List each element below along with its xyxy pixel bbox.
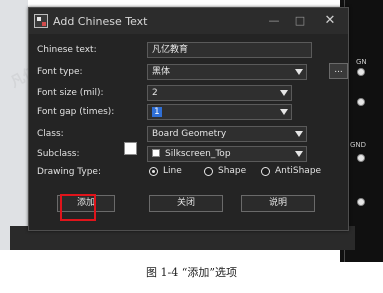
- radio-line[interactable]: [149, 167, 158, 176]
- minimize-button[interactable]: —: [263, 12, 285, 30]
- class-label: Class:: [37, 129, 64, 139]
- color-swatch-icon: [152, 149, 160, 157]
- pin-label: GN: [356, 58, 367, 66]
- add-chinese-text-dialog: Add Chinese Text — □ ✕ Chinese text: 凡亿教…: [28, 7, 349, 231]
- chevron-down-icon: [280, 90, 288, 96]
- font-type-select[interactable]: 黑体: [147, 64, 307, 80]
- drawing-type-label: Drawing Type:: [37, 167, 101, 177]
- figure-caption: 图 1-4 “添加”选项: [146, 266, 237, 279]
- maximize-button[interactable]: □: [289, 12, 311, 30]
- pin-icon: [357, 154, 365, 162]
- subclass-select[interactable]: Silkscreen_Top: [147, 146, 307, 162]
- chinese-text-input[interactable]: 凡亿教育: [147, 42, 312, 58]
- radio-antishape-label: AntiShape: [275, 166, 322, 176]
- subclass-label: Subclass:: [37, 149, 80, 159]
- radio-line-label: Line: [163, 166, 182, 176]
- chevron-down-icon: [280, 109, 288, 115]
- app-icon: [34, 14, 48, 28]
- font-type-value: 黑体: [152, 67, 171, 77]
- browse-button[interactable]: ...: [329, 63, 348, 79]
- chevron-down-icon: [295, 69, 303, 75]
- pin-label: GND: [350, 141, 367, 149]
- font-gap-select[interactable]: 1: [147, 104, 292, 120]
- font-gap-label: Font gap (times):: [37, 107, 115, 117]
- chevron-down-icon: [295, 151, 303, 157]
- chevron-down-icon: [295, 131, 303, 137]
- background-panel-left: [0, 0, 28, 250]
- pin-icon: [357, 198, 365, 206]
- dialog-titlebar: Add Chinese Text — □ ✕: [29, 8, 348, 34]
- chinese-text-label: Chinese text:: [37, 45, 97, 55]
- screenshot-area: GN GND 凡亿教育 凡亿教育 凡亿教育 Add Chinese Text —…: [0, 0, 383, 262]
- class-select[interactable]: Board Geometry: [147, 126, 307, 142]
- highlight-box: [60, 194, 96, 221]
- class-value: Board Geometry: [152, 129, 227, 139]
- chinese-text-value: 凡亿教育: [152, 45, 189, 55]
- font-size-value: 2: [152, 88, 158, 98]
- font-size-select[interactable]: 2: [147, 85, 292, 101]
- close-button[interactable]: 关闭: [149, 195, 223, 212]
- radio-antishape[interactable]: [261, 167, 270, 176]
- color-swatch[interactable]: [124, 142, 137, 155]
- pin-icon: [357, 68, 365, 76]
- radio-shape[interactable]: [204, 167, 213, 176]
- radio-shape-label: Shape: [218, 166, 247, 176]
- close-window-button[interactable]: ✕: [319, 12, 341, 30]
- font-size-label: Font size (mil):: [37, 88, 104, 98]
- pin-icon: [357, 98, 365, 106]
- font-gap-value: 1: [152, 107, 162, 117]
- dialog-title: Add Chinese Text: [53, 15, 148, 28]
- subclass-value: Silkscreen_Top: [165, 149, 231, 159]
- font-type-label: Font type:: [37, 67, 83, 77]
- help-button[interactable]: 说明: [241, 195, 315, 212]
